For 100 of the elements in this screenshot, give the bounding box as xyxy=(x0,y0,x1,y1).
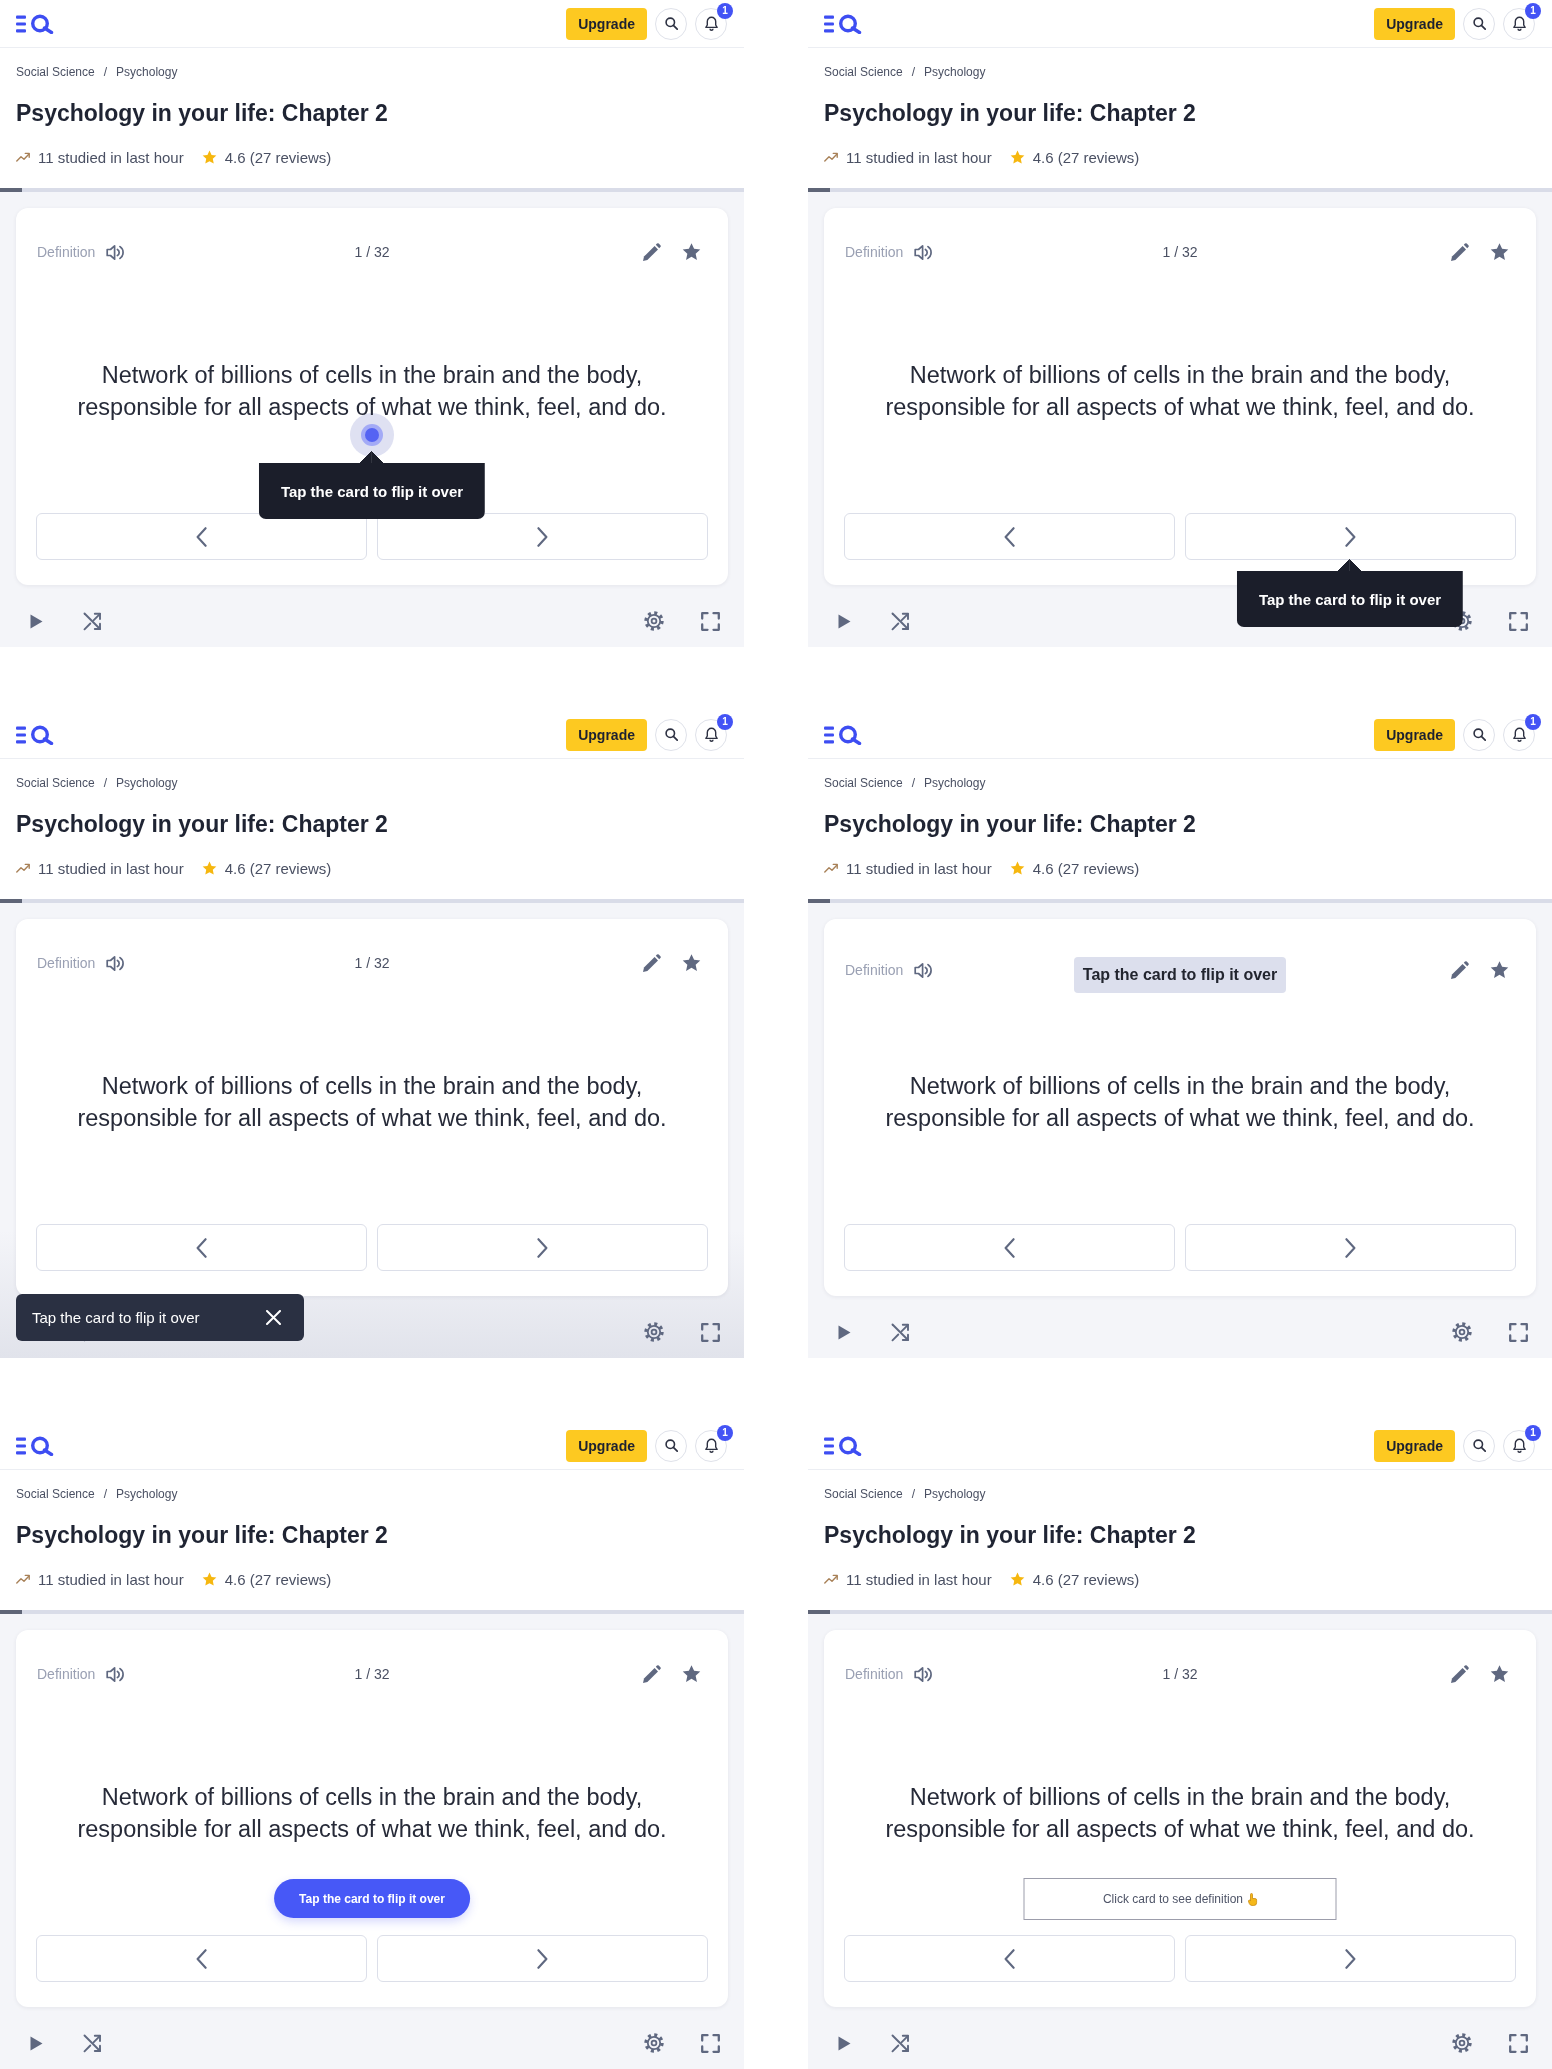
breadcrumb-separator: / xyxy=(103,65,108,79)
play-icon[interactable] xyxy=(838,613,851,629)
fullscreen-icon[interactable] xyxy=(701,2033,720,2053)
fullscreen-icon[interactable] xyxy=(701,1322,720,1342)
search-button[interactable] xyxy=(1463,718,1495,751)
speaker-icon[interactable] xyxy=(106,243,126,261)
breadcrumb-link[interactable]: Social Science xyxy=(824,65,903,79)
edit-icon[interactable] xyxy=(642,242,661,262)
breadcrumb-link[interactable]: Social Science xyxy=(16,1487,95,1501)
search-button[interactable] xyxy=(1463,1429,1495,1462)
upgrade-button[interactable]: Upgrade xyxy=(1374,1429,1455,1462)
flashcard[interactable]: Definition 1 / 32 Network of billions of cells in the brain and the body, responsible for all aspects of what we think, feel, and do. xyxy=(16,919,728,1296)
logo-icon[interactable] xyxy=(16,13,54,34)
breadcrumb-link[interactable]: Psychology xyxy=(924,776,986,790)
hint-chip: Tap the card to flip it over xyxy=(1073,957,1287,993)
breadcrumb-link[interactable]: Social Science xyxy=(824,1487,903,1501)
logo-icon[interactable] xyxy=(824,1435,862,1456)
upgrade-button[interactable]: Upgrade xyxy=(566,718,647,751)
star-icon xyxy=(1009,1571,1025,1587)
star-icon[interactable] xyxy=(1490,1665,1509,1683)
pointing-hand-icon xyxy=(1247,1892,1258,1906)
search-button[interactable] xyxy=(1463,7,1495,40)
breadcrumb-link[interactable]: Social Science xyxy=(824,776,903,790)
chevron-left-icon xyxy=(196,1948,207,1969)
card-side-label: Definition xyxy=(37,1666,96,1682)
card-side-label: Definition xyxy=(845,962,904,978)
speaker-icon[interactable] xyxy=(914,1665,934,1683)
notifications-button[interactable] xyxy=(1503,7,1535,40)
shuffle-icon[interactable] xyxy=(83,611,102,631)
edit-icon[interactable] xyxy=(642,953,661,973)
upgrade-button[interactable]: Upgrade xyxy=(566,1429,647,1462)
notifications-button[interactable] xyxy=(1503,1429,1535,1462)
search-icon xyxy=(664,728,678,741)
fullscreen-icon[interactable] xyxy=(1509,611,1528,631)
star-icon[interactable] xyxy=(682,1665,701,1683)
star-icon[interactable] xyxy=(1490,243,1509,261)
fullscreen-icon[interactable] xyxy=(1509,2033,1528,2053)
logo-icon[interactable] xyxy=(16,1435,54,1456)
play-icon[interactable] xyxy=(30,2035,43,2051)
notifications-button[interactable] xyxy=(695,718,727,751)
edit-icon[interactable] xyxy=(1450,960,1469,980)
chevron-right-icon xyxy=(1345,526,1356,547)
search-button[interactable] xyxy=(655,718,687,751)
flashcard[interactable]: Definition 1 / 32 Network of billions of cells in the brain and the body, responsible for all aspects of what we think, feel, and do. Click card to see definition xyxy=(824,1630,1536,2007)
chevron-left-icon xyxy=(196,526,207,547)
play-icon[interactable] xyxy=(838,2035,851,2051)
breadcrumb-link[interactable]: Psychology xyxy=(116,65,178,79)
logo-icon[interactable] xyxy=(16,724,54,745)
edit-icon[interactable] xyxy=(1450,242,1469,262)
flashcard[interactable]: Definition 1 / 32 Network of billions of cells in the brain and the body, responsible for all aspects of what we think, feel, and do. Tap the card to flip it over xyxy=(16,1630,728,2007)
star-icon[interactable] xyxy=(682,243,701,261)
tooltip: Tap the card to flip it over xyxy=(258,451,486,519)
star-icon[interactable] xyxy=(682,954,701,972)
upgrade-button[interactable]: Upgrade xyxy=(1374,718,1455,751)
star-icon[interactable] xyxy=(1490,961,1509,979)
shuffle-icon[interactable] xyxy=(891,1322,910,1342)
notifications-button[interactable] xyxy=(695,1429,727,1462)
settings-icon[interactable] xyxy=(1452,611,1472,631)
shuffle-icon[interactable] xyxy=(891,2033,910,2053)
bell-icon xyxy=(1512,1438,1526,1453)
flashcard[interactable]: Definition Tap the card to flip it over Network of billions of cells in the brain and the body, responsible for all aspects of what we think, feel, and do. xyxy=(824,919,1536,1296)
close-icon[interactable] xyxy=(266,1310,281,1325)
bell-icon xyxy=(704,1438,718,1453)
speaker-icon[interactable] xyxy=(106,954,126,972)
breadcrumb-link[interactable]: Psychology xyxy=(116,1487,178,1501)
breadcrumb-link[interactable]: Social Science xyxy=(16,776,95,790)
upgrade-button[interactable]: Upgrade xyxy=(566,7,647,40)
flashcard[interactable]: Definition 1 / 32 Network of billions of cells in the brain and the body, responsible for all aspects of what we think, feel, and do. Tap the card to flip it over xyxy=(16,208,728,585)
breadcrumb-separator: / xyxy=(103,776,108,790)
speaker-icon[interactable] xyxy=(106,1665,126,1683)
next-button[interactable] xyxy=(377,513,708,560)
upgrade-button[interactable]: Upgrade xyxy=(1374,7,1455,40)
star-icon xyxy=(201,149,217,165)
chevron-right-icon xyxy=(537,1948,548,1969)
previous-button[interactable] xyxy=(36,513,367,560)
rating-text: 4.6 (27 reviews) xyxy=(1032,859,1140,877)
notifications-button[interactable] xyxy=(695,7,727,40)
search-icon xyxy=(1472,17,1486,30)
logo-icon[interactable] xyxy=(824,724,862,745)
edit-icon[interactable] xyxy=(1450,1664,1469,1684)
breadcrumb-link[interactable]: Psychology xyxy=(924,65,986,79)
breadcrumb-link[interactable]: Psychology xyxy=(116,776,178,790)
shuffle-icon[interactable] xyxy=(83,2033,102,2053)
speaker-icon[interactable] xyxy=(914,961,934,979)
search-button[interactable] xyxy=(655,7,687,40)
notification-badge: 1 xyxy=(717,2,733,19)
logo-icon[interactable] xyxy=(824,13,862,34)
breadcrumb-link[interactable]: Psychology xyxy=(924,1487,986,1501)
play-icon[interactable] xyxy=(838,1324,851,1340)
star-icon xyxy=(201,1571,217,1587)
breadcrumb-link[interactable]: Social Science xyxy=(16,65,95,79)
fullscreen-icon[interactable] xyxy=(1509,1322,1528,1342)
search-button[interactable] xyxy=(655,1429,687,1462)
trending-up-icon xyxy=(16,1574,30,1584)
speaker-icon[interactable] xyxy=(914,243,934,261)
edit-icon[interactable] xyxy=(642,1664,661,1684)
fullscreen-icon[interactable] xyxy=(701,611,720,631)
shuffle-icon[interactable] xyxy=(891,611,910,631)
play-icon[interactable] xyxy=(30,613,43,629)
notifications-button[interactable] xyxy=(1503,718,1535,751)
